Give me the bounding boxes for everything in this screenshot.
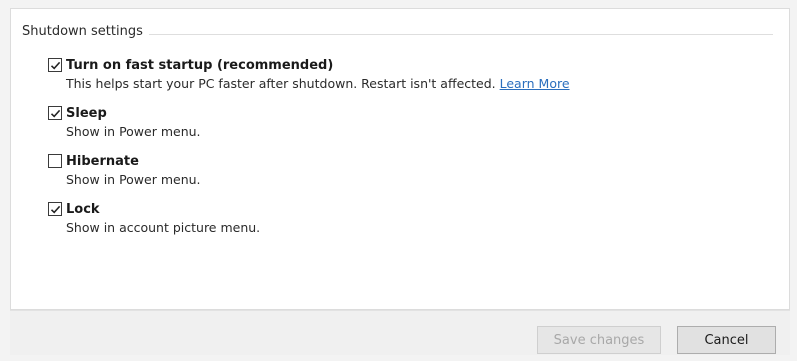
fast-startup-label[interactable]: Turn on fast startup (recommended) bbox=[66, 58, 333, 73]
hibernate-checkbox[interactable] bbox=[48, 154, 62, 168]
hibernate-description: Show in Power menu. bbox=[66, 172, 201, 187]
lock-description: Show in account picture menu. bbox=[66, 220, 261, 235]
option-lock: Lock Show in account picture menu. bbox=[48, 200, 260, 235]
learn-more-link[interactable]: Learn More bbox=[500, 76, 570, 91]
option-hibernate: Hibernate Show in Power menu. bbox=[48, 152, 201, 187]
lock-label[interactable]: Lock bbox=[66, 202, 100, 217]
lock-checkbox[interactable] bbox=[48, 202, 62, 216]
sleep-description: Show in Power menu. bbox=[66, 124, 201, 139]
option-sleep: Sleep Show in Power menu. bbox=[48, 104, 201, 139]
option-fast-startup: Turn on fast startup (recommended) This … bbox=[48, 56, 570, 91]
fast-startup-description-text: This helps start your PC faster after sh… bbox=[66, 76, 496, 91]
sleep-checkbox[interactable] bbox=[48, 106, 62, 120]
checkmark-icon bbox=[50, 61, 60, 70]
checkmark-icon bbox=[50, 109, 60, 118]
button-bar: Save changes Cancel bbox=[10, 310, 790, 355]
shutdown-settings-dialog: Shutdown settings Turn on fast startup (… bbox=[0, 0, 797, 361]
group-title: Shutdown settings bbox=[22, 24, 149, 39]
fast-startup-checkbox[interactable] bbox=[48, 58, 62, 72]
sleep-label[interactable]: Sleep bbox=[66, 106, 107, 121]
checkmark-icon bbox=[50, 205, 60, 214]
cancel-button[interactable]: Cancel bbox=[677, 326, 776, 354]
fast-startup-description: This helps start your PC faster after sh… bbox=[66, 76, 570, 91]
save-changes-button[interactable]: Save changes bbox=[537, 326, 661, 354]
hibernate-label[interactable]: Hibernate bbox=[66, 154, 139, 169]
